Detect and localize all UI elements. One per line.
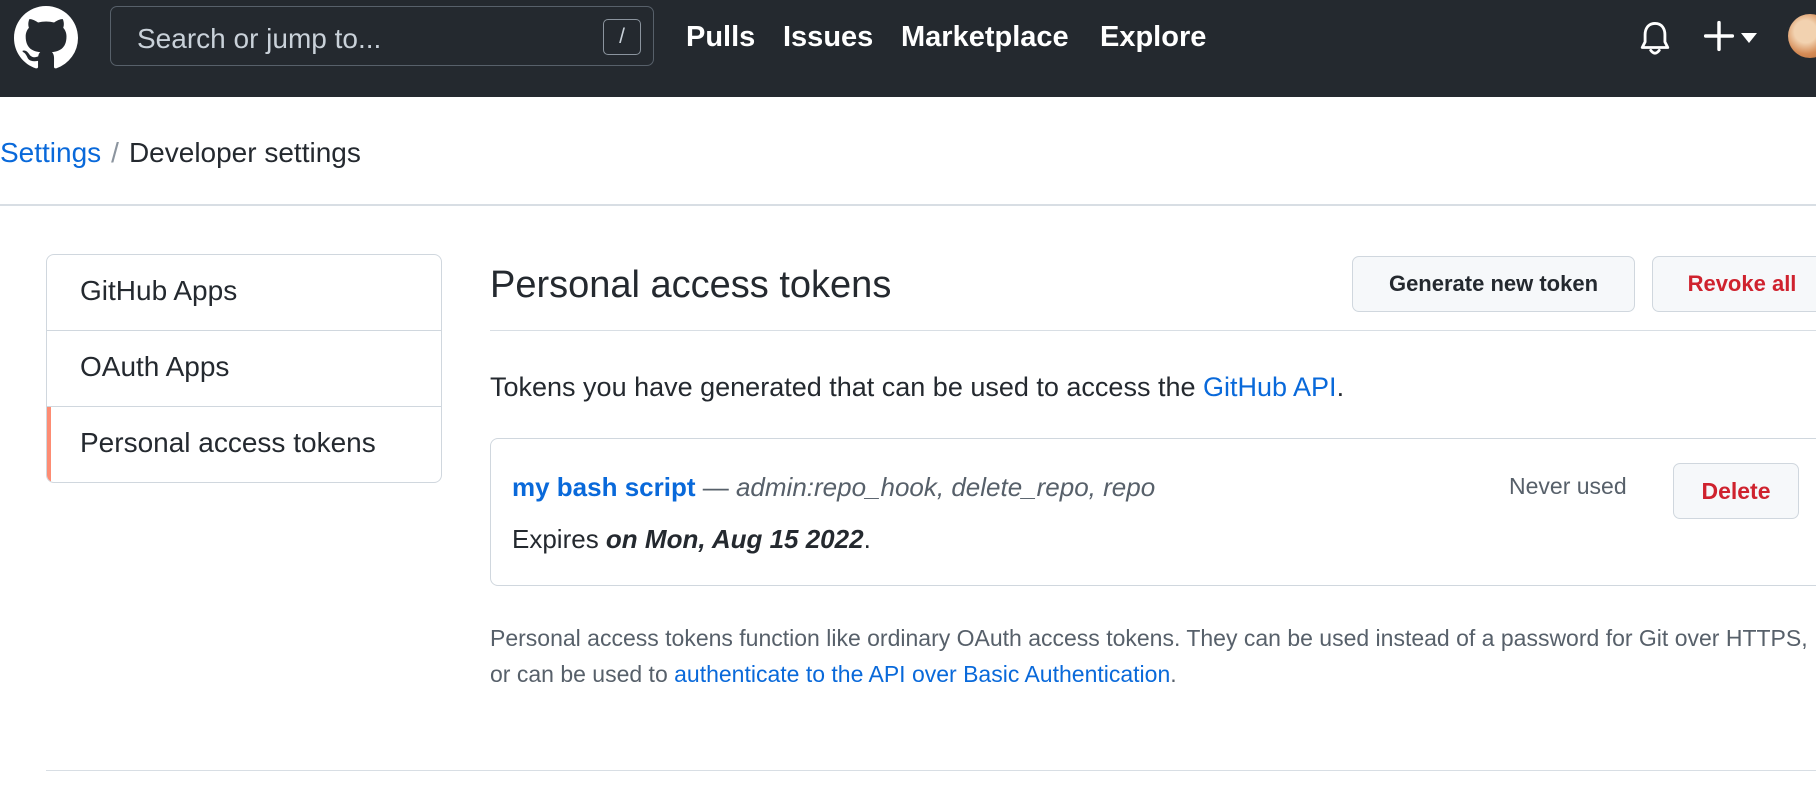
- intro-text-end: .: [1336, 372, 1345, 402]
- intro-text: Tokens you have generated that can be us…: [490, 370, 1344, 404]
- sidebar-item-oauth-apps[interactable]: OAuth Apps: [47, 331, 441, 407]
- page-title: Personal access tokens: [490, 264, 892, 306]
- nav-pulls[interactable]: Pulls: [686, 20, 755, 54]
- breadcrumb-current: Developer settings: [128, 137, 361, 168]
- global-header: Search or jump to... / Pulls Issues Mark…: [0, 0, 1816, 97]
- token-dash: —: [695, 472, 736, 502]
- help-note-end: .: [1170, 661, 1177, 687]
- settings-sidebar: GitHub Apps OAuth Apps Personal access t…: [46, 254, 442, 483]
- delete-token-button[interactable]: Delete: [1673, 463, 1799, 519]
- caret-down-icon[interactable]: [1741, 33, 1757, 43]
- token-usage-status: Never used: [1509, 473, 1627, 499]
- generate-new-token-button[interactable]: Generate new token: [1352, 256, 1635, 312]
- token-expiry-date: on Mon, Aug 15 2022: [605, 524, 864, 554]
- divider: [490, 330, 1816, 331]
- breadcrumb-separator: /: [111, 137, 119, 168]
- token-scopes: admin:repo_hook, delete_repo, repo: [735, 472, 1156, 502]
- help-note: Personal access tokens function like ord…: [490, 620, 1810, 692]
- search-placeholder: Search or jump to...: [137, 23, 382, 54]
- search-shortcut-key: /: [603, 19, 641, 55]
- breadcrumb-settings-link[interactable]: Settings: [0, 137, 101, 168]
- github-api-link[interactable]: GitHub API: [1203, 372, 1337, 402]
- token-name-link[interactable]: my bash script: [512, 472, 696, 502]
- sidebar-item-label: GitHub Apps: [80, 275, 238, 306]
- github-mark-icon[interactable]: [14, 6, 78, 70]
- basic-auth-docs-link[interactable]: authenticate to the API over Basic Authe…: [674, 661, 1170, 687]
- divider: [0, 204, 1816, 206]
- avatar[interactable]: [1788, 14, 1816, 58]
- revoke-all-button[interactable]: Revoke all: [1652, 256, 1816, 312]
- plus-icon[interactable]: [1703, 20, 1735, 52]
- nav-marketplace[interactable]: Marketplace: [901, 20, 1069, 54]
- token-list-item: my bash script — admin:repo_hook, delete…: [490, 438, 1816, 586]
- token-summary: my bash script — admin:repo_hook, delete…: [512, 471, 1155, 503]
- token-expires-prefix: Expires: [512, 524, 606, 554]
- search-input[interactable]: Search or jump to... /: [110, 6, 654, 66]
- bell-icon[interactable]: [1638, 20, 1672, 58]
- token-expires-end: .: [863, 524, 871, 554]
- nav-issues[interactable]: Issues: [783, 20, 873, 54]
- sidebar-item-github-apps[interactable]: GitHub Apps: [47, 255, 441, 331]
- divider: [46, 770, 1816, 771]
- sidebar-item-label: OAuth Apps: [80, 351, 230, 382]
- breadcrumb: Settings / Developer settings: [0, 136, 361, 170]
- nav-explore[interactable]: Explore: [1100, 20, 1206, 54]
- intro-text-body: Tokens you have generated that can be us…: [490, 372, 1203, 402]
- sidebar-item-personal-access-tokens[interactable]: Personal access tokens: [47, 407, 441, 482]
- sidebar-item-label: Personal access tokens: [80, 427, 376, 458]
- token-expiry-line: Expires on Mon, Aug 15 2022.: [512, 523, 871, 555]
